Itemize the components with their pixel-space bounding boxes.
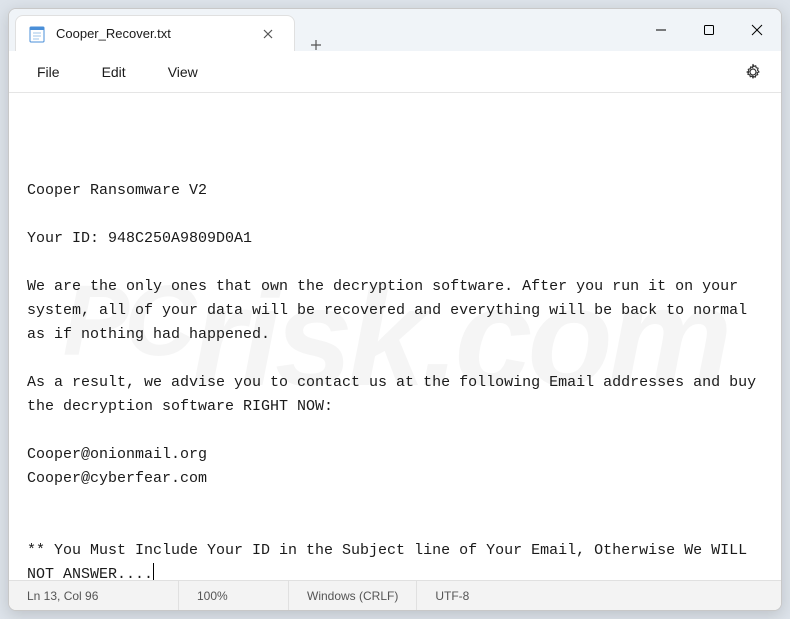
close-tab-button[interactable] [254,20,282,48]
gear-icon [744,63,762,81]
close-window-button[interactable] [733,9,781,51]
text-editor[interactable]: PCrisk.com Cooper Ransomware V2 Your ID:… [9,93,781,580]
maximize-icon [703,24,715,36]
text-line: Cooper@cyberfear.com [27,470,207,487]
document-text: Cooper Ransomware V2 Your ID: 948C250A98… [27,179,763,580]
text-line: Cooper Ransomware V2 [27,182,207,199]
text-line: Cooper@onionmail.org [27,446,207,463]
minimize-icon [655,24,667,36]
status-encoding: UTF-8 [417,581,781,610]
statusbar: Ln 13, Col 96 100% Windows (CRLF) UTF-8 [9,580,781,610]
status-position: Ln 13, Col 96 [9,581,179,610]
menu-view[interactable]: View [150,58,216,86]
text-line: We are the only ones that own the decryp… [27,278,756,343]
new-tab-button[interactable] [295,39,337,51]
status-zoom[interactable]: 100% [179,581,289,610]
menu-file[interactable]: File [19,58,78,86]
notepad-icon [28,25,46,43]
plus-icon [310,39,322,51]
menubar: File Edit View [9,51,781,93]
document-tab[interactable]: Cooper_Recover.txt [15,15,295,51]
close-icon [263,29,273,39]
text-cursor [153,563,154,580]
titlebar-drag-area[interactable] [337,9,637,51]
maximize-button[interactable] [685,9,733,51]
status-eol: Windows (CRLF) [289,581,417,610]
tab-title: Cooper_Recover.txt [56,26,244,41]
text-line: ** You Must Include Your ID in the Subje… [27,542,756,580]
titlebar: Cooper_Recover.txt [9,9,781,51]
window-controls [637,9,781,51]
settings-button[interactable] [735,54,771,90]
close-icon [751,24,763,36]
notepad-window: Cooper_Recover.txt [8,8,782,611]
text-line: As a result, we advise you to contact us… [27,374,765,415]
tab-area: Cooper_Recover.txt [9,9,337,51]
minimize-button[interactable] [637,9,685,51]
menu-edit[interactable]: Edit [84,58,144,86]
text-line: Your ID: 948C250A9809D0A1 [27,230,252,247]
